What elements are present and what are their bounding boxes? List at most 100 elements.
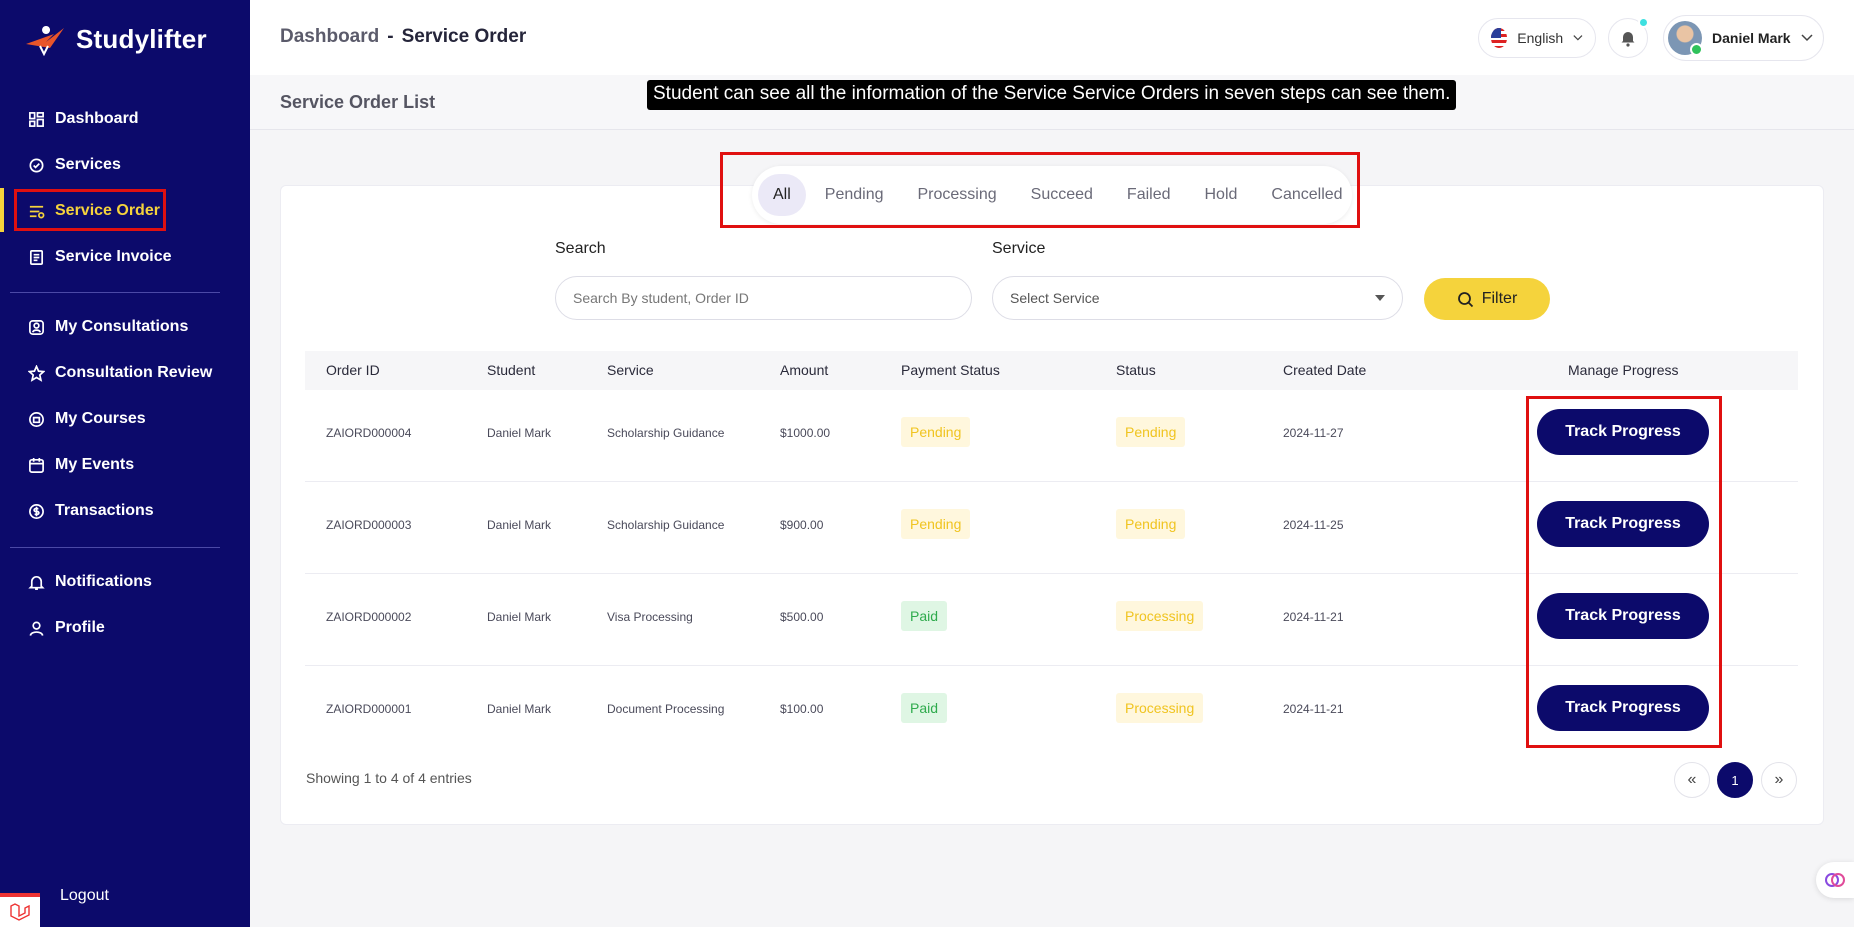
user-icon (29, 621, 44, 636)
filter-button[interactable]: Filter (1424, 278, 1550, 320)
sidebar-item-consultation-review[interactable]: Consultation Review (14, 352, 226, 394)
notification-bell[interactable] (1608, 17, 1649, 58)
chevron-down-icon (1573, 35, 1583, 41)
transactions-icon (29, 503, 44, 519)
order-id: ZAIORD000002 (326, 610, 412, 624)
annotation-highlight-nav (14, 189, 166, 231)
status-badge: Pending (1116, 417, 1186, 447)
pagination-next[interactable]: » (1761, 762, 1797, 798)
pagination-page[interactable]: 1 (1717, 762, 1753, 798)
amount: $1000.00 (780, 426, 831, 440)
top-header: Dashboard - Service Order English Daniel… (250, 0, 1854, 75)
created-date: 2024-11-27 (1283, 426, 1344, 440)
column-header: Payment Status (901, 362, 1000, 378)
status-badge: Processing (1116, 693, 1204, 723)
service: Scholarship Guidance (607, 426, 725, 440)
language-label: English (1517, 30, 1564, 46)
service-label: Service (992, 240, 1046, 257)
payment-status-badge: Pending (901, 417, 971, 447)
created-date: 2024-11-25 (1283, 518, 1344, 532)
column-header: Order ID (326, 362, 380, 378)
notification-dot (1638, 17, 1649, 28)
breadcrumb: Dashboard - Service Order (280, 26, 526, 48)
caret-down-icon (1375, 295, 1385, 301)
service: Scholarship Guidance (607, 518, 725, 532)
service: Visa Processing (607, 610, 693, 624)
student: Daniel Mark (487, 426, 552, 440)
payment-status-badge: Pending (901, 509, 971, 539)
sidebar-item-label: Dashboard (55, 110, 139, 127)
order-id: ZAIORD000004 (326, 426, 412, 440)
sidebar-item-label: Services (55, 156, 121, 173)
sidebar-item-my-events[interactable]: My Events (14, 444, 148, 486)
us-flag-icon (1491, 28, 1508, 48)
dashboard-icon (29, 111, 44, 127)
active-indicator (0, 188, 4, 232)
sidebar-item-label: My Events (55, 456, 135, 473)
service-select-value: Select Service (1010, 290, 1100, 306)
column-header: Student (487, 362, 536, 378)
annotation-highlight-tabs (720, 152, 1360, 228)
entries-summary: Showing 1 to 4 of 4 entries (306, 770, 472, 786)
breadcrumb-parent[interactable]: Dashboard (280, 26, 379, 48)
calendar-icon (29, 457, 44, 473)
sidebar-item-label: My Courses (55, 410, 146, 427)
star-icon (28, 364, 45, 382)
student: Daniel Mark (487, 518, 552, 532)
search-input[interactable] (555, 276, 972, 320)
sidebar-divider (10, 292, 220, 293)
service-select[interactable]: Select Service (992, 276, 1403, 320)
created-date: 2024-11-21 (1283, 610, 1344, 624)
annotation-highlight-track-progress (1526, 396, 1722, 748)
invoice-icon (29, 249, 44, 265)
sidebar-item-services[interactable]: Services (14, 144, 135, 186)
search-icon (1457, 291, 1473, 307)
sidebar-item-dashboard[interactable]: Dashboard (14, 98, 153, 140)
language-selector[interactable]: English (1478, 18, 1596, 58)
consultation-icon (29, 319, 44, 335)
payment-status-badge: Paid (901, 693, 948, 723)
brand-logo[interactable]: Studylifter (24, 22, 207, 56)
pagination-prev[interactable]: « (1674, 762, 1710, 798)
sidebar-item-profile[interactable]: Profile (14, 607, 119, 649)
logo-icon (26, 26, 64, 56)
column-header: Amount (780, 362, 829, 378)
service: Document Processing (607, 702, 725, 716)
sidebar: Studylifter Dashboard Services Service O… (0, 0, 250, 927)
search-label: Search (555, 240, 606, 257)
payment-status-badge: Paid (901, 601, 948, 631)
user-name: Daniel Mark (1712, 30, 1791, 46)
sidebar-item-my-consultations[interactable]: My Consultations (14, 306, 202, 348)
courses-icon (29, 411, 44, 427)
assistant-widget-icon[interactable] (1816, 862, 1854, 898)
bell-icon (28, 575, 45, 590)
sidebar-item-service-invoice[interactable]: Service Invoice (14, 236, 186, 278)
student: Daniel Mark (487, 610, 552, 624)
column-header: Status (1116, 362, 1156, 378)
sidebar-item-label: My Consultations (55, 318, 189, 335)
sidebar-item-my-courses[interactable]: My Courses (14, 398, 160, 440)
avatar (1668, 21, 1703, 56)
amount: $500.00 (780, 610, 824, 624)
page-title: Service Order List (280, 92, 436, 112)
column-header: Created Date (1283, 362, 1367, 378)
user-menu[interactable]: Daniel Mark (1663, 15, 1824, 61)
brand-name: Studylifter (76, 23, 207, 54)
sidebar-item-label: Transactions (55, 502, 154, 519)
laravel-debug-icon[interactable] (0, 893, 40, 927)
amount: $100.00 (780, 702, 824, 716)
sidebar-item-label: Service Invoice (55, 248, 172, 265)
annotation-tooltip: Student can see all the information of t… (647, 80, 1457, 110)
sidebar-item-transactions[interactable]: Transactions (14, 490, 168, 532)
breadcrumb-current: Service Order (401, 26, 527, 47)
logout-link[interactable]: Logout (60, 887, 109, 905)
breadcrumb-separator: - (387, 26, 394, 47)
table-header: Order ID Student Service Amount Payment … (305, 351, 1798, 390)
sidebar-item-notifications[interactable]: Notifications (14, 561, 166, 603)
sidebar-item-label: Notifications (55, 573, 152, 590)
column-header: Manage Progress (1568, 362, 1679, 378)
column-header: Service (607, 362, 654, 378)
created-date: 2024-11-21 (1283, 702, 1344, 716)
order-id: ZAIORD000001 (326, 702, 412, 716)
amount: $900.00 (780, 518, 824, 532)
